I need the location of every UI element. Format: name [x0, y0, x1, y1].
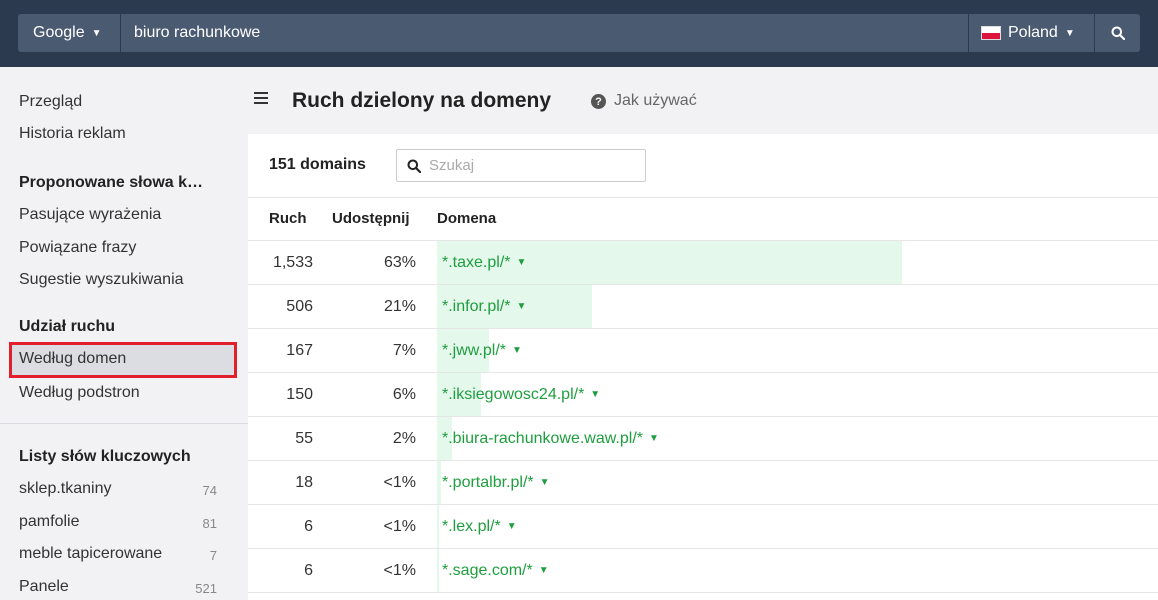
- keyword-list-count: 7: [209, 548, 217, 563]
- share-cell: 7%: [392, 342, 416, 359]
- share-cell: 21%: [383, 298, 416, 315]
- top-search-bar: Google ▼ Poland ▼: [0, 0, 1158, 67]
- table-row: 167 7% *.jww.pl/* ▼: [248, 329, 1158, 373]
- share-cell: 63%: [383, 254, 416, 271]
- traffic-cell: 167: [286, 342, 313, 359]
- sidebar-section-traffic-share: Udział ruchu: [19, 318, 116, 335]
- domain-label: *.portalbr.pl/*: [442, 474, 534, 491]
- country-select[interactable]: Poland ▼: [969, 14, 1094, 52]
- divider: [248, 197, 1158, 198]
- search-button[interactable]: [1095, 14, 1140, 52]
- chevron-down-icon[interactable]: ▼: [539, 565, 549, 576]
- traffic-cell: 1,533: [272, 254, 313, 271]
- traffic-cell: 18: [295, 474, 313, 491]
- share-cell: 2%: [392, 430, 416, 447]
- traffic-cell: 506: [286, 298, 313, 315]
- chevron-down-icon[interactable]: ▼: [649, 433, 659, 444]
- sidebar-item-overview[interactable]: Przegląd: [19, 93, 82, 111]
- main-content: Ruch dzielony na domeny ? Jak używać 151…: [248, 67, 1158, 600]
- poland-flag-icon: [981, 26, 1001, 40]
- search-icon: [407, 159, 421, 173]
- table-row: 6 <1% *.sage.com/* ▼: [248, 549, 1158, 593]
- search-icon: [1111, 26, 1125, 40]
- keyword-list-count: 81: [202, 516, 217, 531]
- search-engine-label: Google: [33, 24, 85, 41]
- share-cell: <1%: [383, 562, 416, 579]
- domain-link[interactable]: *.sage.com/* ▼: [442, 562, 549, 580]
- keyword-list-item[interactable]: pamfolie: [19, 513, 79, 531]
- search-engine-select[interactable]: Google ▼: [18, 14, 120, 52]
- page-title: Ruch dzielony na domeny: [292, 89, 552, 112]
- domain-link[interactable]: *.taxe.pl/* ▼: [442, 254, 526, 272]
- traffic-cell: 150: [286, 386, 313, 403]
- sidebar-item-matching-terms[interactable]: Pasujące wyrażenia: [19, 206, 161, 224]
- traffic-cell: 6: [304, 562, 313, 579]
- column-header-share[interactable]: Udostępnij: [332, 210, 410, 227]
- keyword-search-input[interactable]: [121, 14, 968, 52]
- table-row: 6 <1% *.lex.pl/* ▼: [248, 505, 1158, 549]
- traffic-cell: 6: [304, 518, 313, 535]
- sidebar-item-by-domains[interactable]: Według domen: [19, 350, 126, 368]
- sidebar-divider: [0, 423, 248, 424]
- share-cell: 6%: [392, 386, 416, 403]
- domain-link[interactable]: *.iksiegowosc24.pl/* ▼: [442, 386, 600, 404]
- domain-label: *.iksiegowosc24.pl/*: [442, 386, 585, 403]
- sidebar-item-by-pages[interactable]: Według podstron: [19, 384, 140, 402]
- keyword-list-item[interactable]: sklep.tkaniny: [19, 480, 112, 498]
- country-label: Poland: [1008, 24, 1058, 41]
- domain-link[interactable]: *.infor.pl/* ▼: [442, 298, 526, 316]
- keyword-list-item[interactable]: Panele: [19, 578, 69, 596]
- domain-filter-input[interactable]: [429, 157, 629, 174]
- table-row: 55 2% *.biura-rachunkowe.waw.pl/* ▼: [248, 417, 1158, 461]
- domain-link[interactable]: *.lex.pl/* ▼: [442, 518, 517, 536]
- domain-label: *.infor.pl/*: [442, 298, 511, 315]
- column-header-traffic[interactable]: Ruch: [269, 210, 307, 227]
- question-icon: ?: [591, 94, 606, 109]
- share-cell: <1%: [383, 474, 416, 491]
- domain-label: *.sage.com/*: [442, 562, 533, 579]
- domain-count: 151 domains: [269, 156, 366, 173]
- share-bar: [437, 549, 439, 592]
- keyword-list-item[interactable]: meble tapicerowane: [19, 545, 162, 563]
- keyword-list-count: 521: [195, 581, 217, 596]
- domain-filter-box[interactable]: [396, 149, 646, 182]
- chevron-down-icon[interactable]: ▼: [507, 521, 517, 532]
- table-row: 1,533 63% *.taxe.pl/* ▼: [248, 241, 1158, 285]
- sidebar-item-search-suggestions[interactable]: Sugestie wyszukiwania: [19, 271, 184, 289]
- how-to-use-link[interactable]: Jak używać: [614, 92, 697, 110]
- traffic-cell: 55: [295, 430, 313, 447]
- domain-label: *.lex.pl/*: [442, 518, 501, 535]
- column-header-domain[interactable]: Domena: [437, 210, 496, 227]
- table-row: 150 6% *.iksiegowosc24.pl/* ▼: [248, 373, 1158, 417]
- sidebar-item-related-phrases[interactable]: Powiązane frazy: [19, 239, 136, 257]
- chevron-down-icon[interactable]: ▼: [516, 257, 526, 268]
- sidebar-item-ad-history[interactable]: Historia reklam: [19, 125, 126, 143]
- chevron-down-icon[interactable]: ▼: [540, 477, 550, 488]
- domain-label: *.taxe.pl/*: [442, 254, 511, 271]
- page-header: Ruch dzielony na domeny ? Jak używać: [248, 67, 1158, 134]
- chevron-down-icon[interactable]: ▼: [512, 345, 522, 356]
- chevron-down-icon: ▼: [91, 27, 102, 39]
- table-row: 18 <1% *.portalbr.pl/* ▼: [248, 461, 1158, 505]
- domain-label: *.biura-rachunkowe.waw.pl/*: [442, 430, 643, 447]
- share-bar: [437, 461, 441, 504]
- hamburger-menu-icon[interactable]: [254, 92, 268, 104]
- chevron-down-icon[interactable]: ▼: [590, 389, 600, 400]
- domain-link[interactable]: *.portalbr.pl/* ▼: [442, 474, 550, 492]
- sidebar-section-keyword-lists: Listy słów kluczowych: [19, 448, 191, 465]
- chevron-down-icon: ▼: [1064, 27, 1075, 39]
- domain-link[interactable]: *.biura-rachunkowe.waw.pl/* ▼: [442, 430, 659, 448]
- table-row: 506 21% *.infor.pl/* ▼: [248, 285, 1158, 329]
- chevron-down-icon[interactable]: ▼: [516, 301, 526, 312]
- share-cell: <1%: [383, 518, 416, 535]
- domain-label: *.jww.pl/*: [442, 342, 507, 359]
- sidebar: Przegląd Historia reklam Proponowane sło…: [0, 67, 248, 600]
- domain-link[interactable]: *.jww.pl/* ▼: [442, 342, 522, 360]
- share-bar: [437, 505, 439, 548]
- keyword-list-count: 74: [202, 483, 217, 498]
- sidebar-section-keywords[interactable]: Proponowane słowa k…: [19, 174, 203, 192]
